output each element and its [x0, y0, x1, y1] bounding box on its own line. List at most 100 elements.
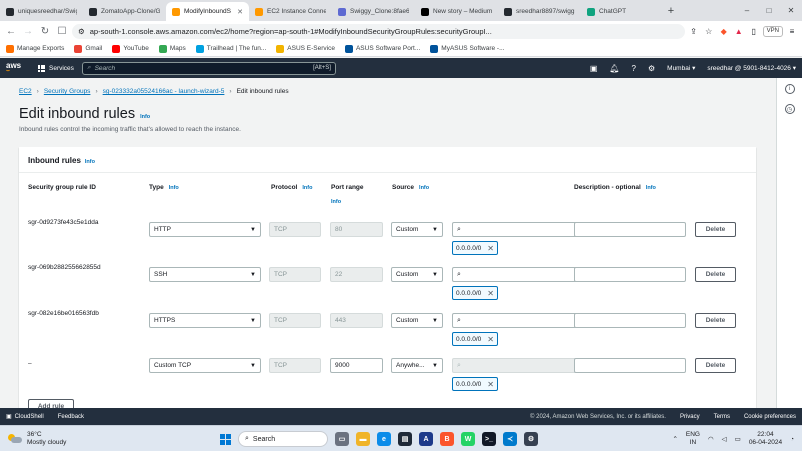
bookmark-item[interactable]: MyASUS Software -...: [430, 44, 505, 53]
brave-shield-icon[interactable]: ◆: [718, 25, 730, 37]
browser-tab[interactable]: uniquesreedhar/Swig: [0, 2, 83, 21]
delete-rule-button[interactable]: Delete: [695, 222, 736, 237]
cookie-preferences-link[interactable]: Cookie preferences: [744, 414, 796, 420]
delete-rule-button[interactable]: Delete: [695, 267, 736, 282]
new-tab-icon[interactable]: +: [664, 5, 678, 17]
clock[interactable]: 22:04 06-04-2024: [749, 431, 782, 447]
browser-tab[interactable]: sreedhar8897/swigg: [498, 2, 581, 21]
minimize-icon[interactable]: –: [736, 0, 758, 21]
port-info-link[interactable]: Info: [331, 199, 341, 205]
weather-widget[interactable]: 36°C Mostly cloudy: [8, 431, 66, 447]
info-panel-icon[interactable]: i: [784, 84, 795, 94]
feedback-link[interactable]: Feedback: [58, 414, 84, 420]
breadcrumb-ec2[interactable]: EC2: [19, 88, 32, 95]
forward-icon[interactable]: →: [21, 24, 35, 38]
panel-info-link[interactable]: Info: [85, 159, 95, 165]
cloudshell-icon[interactable]: ▣: [590, 64, 598, 73]
windows-start-icon[interactable]: [220, 433, 231, 445]
terminal-icon[interactable]: >_: [482, 432, 496, 446]
browser-tab[interactable]: ModifyInboundS ✕: [166, 2, 249, 21]
title-info-link[interactable]: Info: [140, 114, 150, 120]
rule-description-field[interactable]: [574, 358, 686, 373]
brave-icon[interactable]: B: [440, 432, 454, 446]
rule-type-select[interactable]: Custom TCP ▼: [149, 358, 261, 373]
battery-icon[interactable]: ▭: [735, 435, 741, 443]
source-info-link[interactable]: Info: [419, 185, 429, 191]
language-indicator[interactable]: ENG IN: [686, 431, 700, 447]
store-icon[interactable]: ▤: [398, 432, 412, 446]
rule-port-field[interactable]: 9000: [330, 358, 383, 373]
bookmark-item[interactable]: ASUS Software Port...: [344, 44, 420, 53]
desc-info-link[interactable]: Info: [646, 185, 656, 191]
share-icon[interactable]: ⇪: [688, 25, 700, 37]
services-menu[interactable]: Services: [38, 64, 74, 72]
sidebar-icon[interactable]: ▯: [748, 25, 760, 37]
help-icon[interactable]: ?: [632, 64, 636, 73]
edge-icon[interactable]: e: [377, 432, 391, 446]
breadcrumb-security-group[interactable]: sg-023332a05524166ac - launch-wizard-5: [103, 88, 225, 95]
taskbar-search[interactable]: ⌕ Search: [238, 431, 328, 447]
url-field[interactable]: ⚙ ap-south-1.console.aws.amazon.com/ec2/…: [72, 23, 685, 39]
close-tab-icon[interactable]: ✕: [237, 8, 243, 16]
app-icon[interactable]: A: [419, 432, 433, 446]
browser-tab[interactable]: EC2 Instance Conne: [249, 2, 332, 21]
bookmark-item[interactable]: Maps: [158, 44, 186, 53]
remove-token-icon[interactable]: ✕: [487, 289, 494, 298]
rule-description-field[interactable]: [574, 313, 686, 328]
clock-icon[interactable]: ◷: [784, 104, 795, 114]
terms-link[interactable]: Terms: [714, 414, 730, 420]
delete-rule-button[interactable]: Delete: [695, 358, 736, 373]
rewards-icon[interactable]: ▲: [733, 25, 745, 37]
rule-type-select[interactable]: SSH ▼: [149, 267, 261, 282]
remove-token-icon[interactable]: ✕: [487, 380, 494, 389]
rule-type-select[interactable]: HTTP ▼: [149, 222, 261, 237]
rule-description-field[interactable]: [574, 267, 686, 282]
file-explorer-icon[interactable]: ▬: [356, 432, 370, 446]
privacy-link[interactable]: Privacy: [680, 414, 700, 420]
menu-icon[interactable]: ≡: [786, 25, 798, 37]
rule-source-select[interactable]: Custom ▼: [391, 267, 443, 282]
browser-tab[interactable]: Swiggy_Clone:8fae6e: [332, 2, 415, 21]
settings-icon[interactable]: ⚙: [648, 64, 655, 73]
notification-center-icon[interactable]: ◔: [790, 436, 794, 443]
tray-overflow-icon[interactable]: ⌃: [672, 435, 677, 443]
wifi-icon[interactable]: ◠: [708, 435, 714, 443]
star-icon[interactable]: ☆: [703, 25, 715, 37]
browser-tab[interactable]: ChatGPT: [581, 2, 664, 21]
rule-description-field[interactable]: [574, 222, 686, 237]
bookmark-item[interactable]: Trailhead | The fun...: [195, 44, 266, 53]
delete-rule-button[interactable]: Delete: [695, 313, 736, 328]
vpn-button[interactable]: VPN: [762, 25, 783, 37]
bookmark-page-icon[interactable]: ☐: [55, 24, 69, 38]
bookmark-item[interactable]: Gmail: [74, 44, 102, 53]
region-selector[interactable]: Mumbai ▾: [667, 64, 695, 72]
vscode-icon[interactable]: ≺: [503, 432, 517, 446]
browser-tab[interactable]: New story – Medium: [415, 2, 498, 21]
site-info-icon[interactable]: ⚙: [78, 27, 85, 36]
rule-source-select[interactable]: Anywhe... ▼: [391, 358, 443, 373]
breadcrumb-security-groups[interactable]: Security Groups: [44, 88, 91, 95]
cloudshell-link[interactable]: ▣ CloudShell: [6, 413, 44, 421]
remove-token-icon[interactable]: ✕: [487, 335, 494, 344]
notifications-icon[interactable]: 🔔︎: [609, 64, 619, 73]
browser-tab[interactable]: ZomatoApp-Clone/G: [83, 2, 166, 21]
volume-icon[interactable]: ◁: [722, 435, 727, 443]
account-menu[interactable]: sreedhar @ 5901-8412-4026 ▾: [707, 64, 796, 72]
rule-source-select[interactable]: Custom ▼: [391, 313, 443, 328]
settings-app-icon[interactable]: ⚙: [524, 432, 538, 446]
close-window-icon[interactable]: ✕: [780, 0, 802, 21]
aws-search-input[interactable]: ⌕ Search [Alt+S]: [81, 61, 336, 75]
reload-icon[interactable]: ↻: [38, 24, 52, 38]
rule-type-select[interactable]: HTTPS ▼: [149, 313, 261, 328]
aws-logo[interactable]: aws ⌣: [6, 62, 28, 75]
protocol-info-link[interactable]: Info: [302, 185, 312, 191]
whatsapp-icon[interactable]: W: [461, 432, 475, 446]
rule-source-select[interactable]: Custom ▼: [391, 222, 443, 237]
remove-token-icon[interactable]: ✕: [487, 244, 494, 253]
task-view-icon[interactable]: ▭: [335, 432, 349, 446]
back-icon[interactable]: ←: [4, 24, 18, 38]
bookmark-item[interactable]: Manage Exports: [6, 44, 64, 53]
bookmark-item[interactable]: YouTube: [112, 44, 149, 53]
type-info-link[interactable]: Info: [169, 185, 179, 191]
bookmark-item[interactable]: ASUS E-Service: [276, 44, 335, 53]
